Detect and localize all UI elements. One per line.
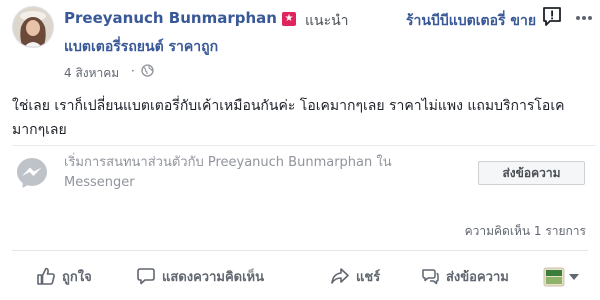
meta-separator: · <box>131 64 135 78</box>
post-date[interactable]: 4 สิงหาคม <box>64 64 119 83</box>
page-name-link-continued[interactable]: แบตเตอรี่รถยนต์ ราคาถูก <box>64 36 218 58</box>
comment-icon <box>137 268 155 285</box>
send-message-action[interactable]: ส่งข้อความ <box>420 262 509 290</box>
reaction-avatar-switcher[interactable] <box>543 265 583 289</box>
post-card: Preeyanuch Bunmarphan ★ แนะนำ ร้านบีบีแบ… <box>0 0 600 300</box>
messenger-prompt: เริ่มการสนทนาส่วนตัวกับ Preeyanuch Bunma… <box>12 145 596 202</box>
comment-count-link[interactable]: ความคิดเห็น 1 รายการ <box>465 222 586 241</box>
more-options-icon[interactable] <box>574 14 594 22</box>
like-button[interactable]: ถูกใจ <box>36 262 92 290</box>
profile-photo-icon <box>13 7 53 47</box>
messenger-prompt-text: เริ่มการสนทนาส่วนตัวกับ Preeyanuch Bunma… <box>64 155 392 190</box>
like-icon <box>37 267 55 285</box>
send-message-label: ส่งข้อความ <box>446 269 509 285</box>
share-icon <box>331 268 349 284</box>
share-button[interactable]: แชร์ <box>330 262 380 290</box>
globe-icon[interactable] <box>141 64 154 77</box>
post-text: ใช่เลย เราก็เปลี่ยนแบตเตอรี่กับเค้าเหมือ… <box>12 98 565 138</box>
divider <box>12 250 588 251</box>
avatar[interactable] <box>12 6 54 48</box>
page-name-link[interactable]: ร้านบีบีแบตเตอรี่ ขาย <box>406 10 536 32</box>
caret-down-icon <box>569 274 579 280</box>
comment-button[interactable]: แสดงความคิดเห็น <box>136 262 264 290</box>
send-message-button[interactable]: ส่งข้อความ <box>478 161 585 185</box>
share-label: แชร์ <box>356 269 381 285</box>
flag-icon[interactable] <box>542 6 562 28</box>
author-name[interactable]: Preeyanuch Bunmarphan <box>64 9 277 27</box>
like-label: ถูกใจ <box>62 269 92 285</box>
recommend-label: แนะนำ <box>305 13 349 29</box>
star-badge-icon: ★ <box>282 12 296 26</box>
send-message-icon <box>422 269 439 285</box>
messenger-icon <box>17 158 47 188</box>
comment-label: แสดงความคิดเห็น <box>162 269 265 285</box>
